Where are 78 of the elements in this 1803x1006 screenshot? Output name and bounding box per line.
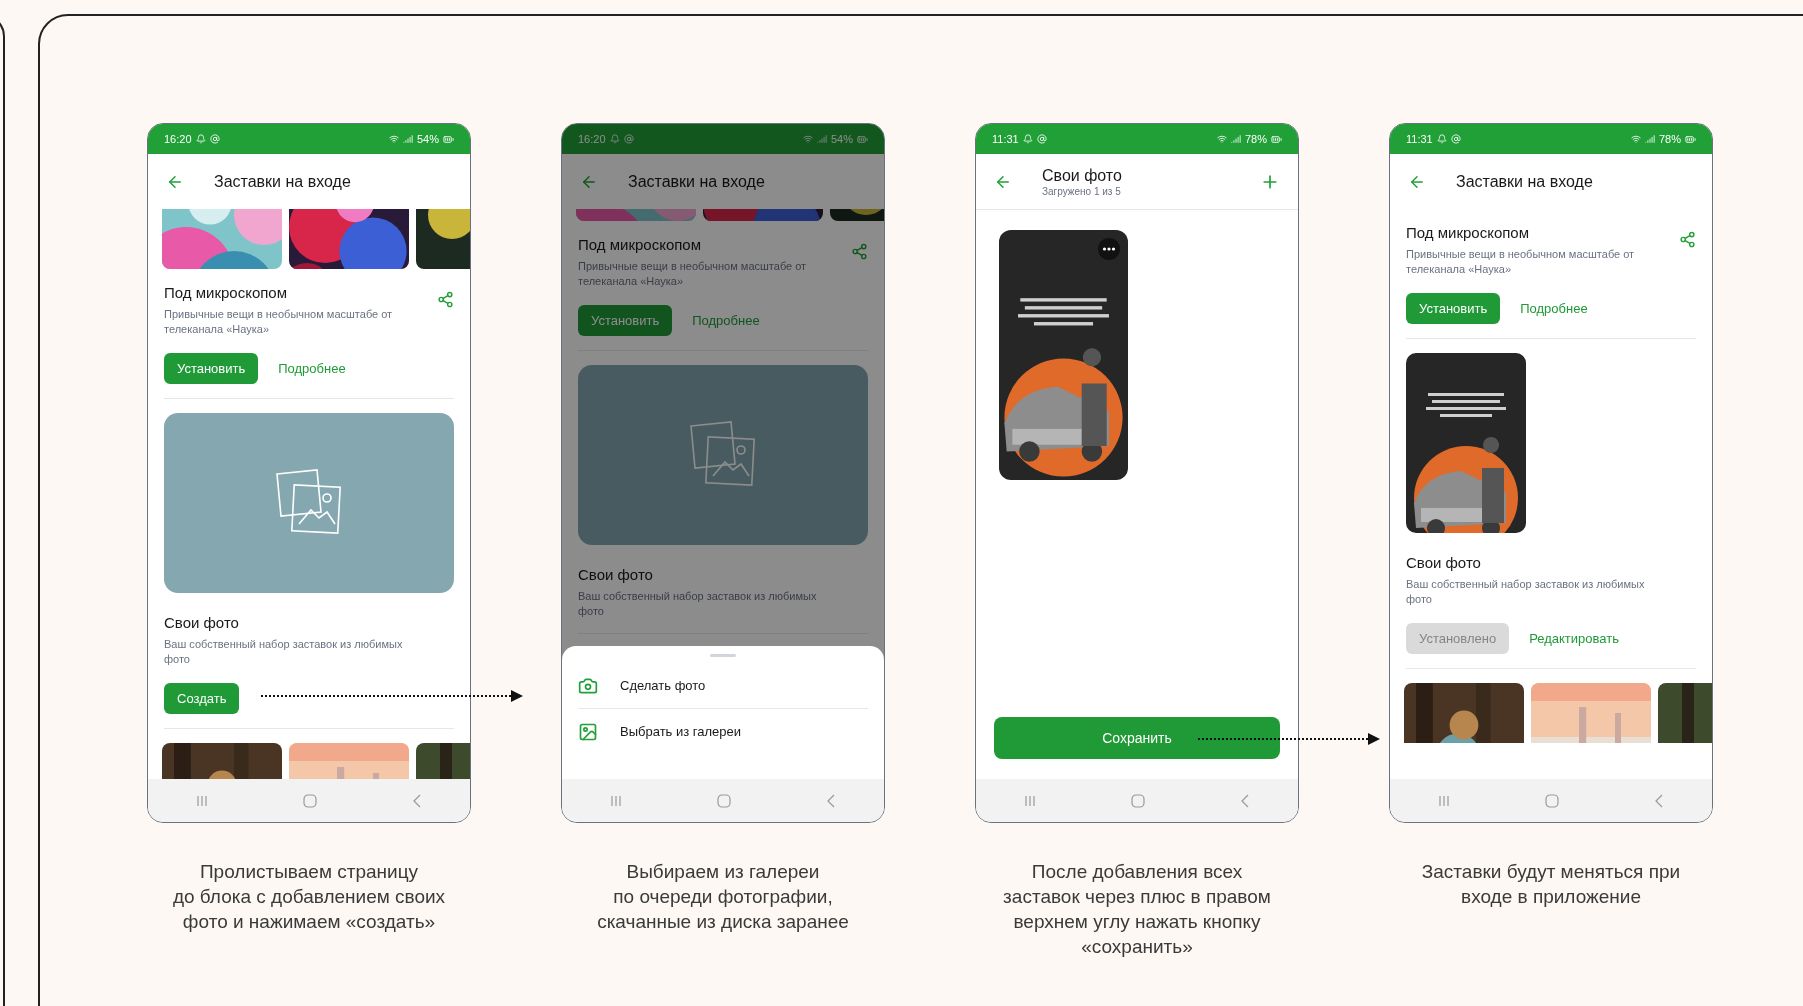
screen-title: Заставки на входе <box>628 171 766 192</box>
notification-icon <box>195 134 206 144</box>
photo-placeholder[interactable] <box>164 413 454 593</box>
home-icon[interactable] <box>1131 793 1145 808</box>
recents-icon[interactable] <box>1437 794 1450 807</box>
recents-icon[interactable] <box>609 794 622 807</box>
link-button[interactable]: Подробнее <box>692 305 760 336</box>
back-icon[interactable] <box>412 793 423 808</box>
signal-icon <box>816 134 827 144</box>
set-description: Привычные вещи в необычном масштабе от телеканала «Наука» <box>164 307 394 337</box>
battery-level: 54% <box>830 131 853 147</box>
more-icon[interactable] <box>1098 238 1120 260</box>
at-icon <box>1450 134 1461 144</box>
share-icon[interactable] <box>851 243 868 260</box>
home-icon[interactable] <box>1545 793 1559 808</box>
set-description: Ваш собственный набор заставок из любимых фото <box>1406 577 1646 607</box>
share-icon[interactable] <box>437 291 454 308</box>
action-button[interactable]: Установить <box>578 305 673 336</box>
status-time: 16:20 <box>578 131 606 147</box>
signal-icon <box>1644 134 1655 144</box>
notification-icon <box>1436 134 1447 144</box>
recents-icon[interactable] <box>195 794 208 807</box>
back-icon[interactable] <box>826 793 837 808</box>
notification-icon <box>609 134 620 144</box>
at-icon <box>623 134 634 144</box>
action-button[interactable]: Создать <box>164 683 240 714</box>
screen-title: Заставки на входе <box>214 171 352 192</box>
signal-icon <box>1230 134 1241 144</box>
status-time: 11:31 <box>1406 131 1433 147</box>
back-icon[interactable] <box>1240 793 1251 808</box>
link-button[interactable]: Редактировать <box>1529 623 1619 654</box>
step-caption: После добавления всех заставок через плюс в правом верхнем углу нажать кнопку «сохранить» <box>1002 860 1272 959</box>
battery-icon <box>1685 133 1696 145</box>
notification-icon <box>1022 134 1033 144</box>
signal-icon <box>402 134 413 144</box>
battery-level: 78% <box>1244 131 1267 147</box>
at-icon <box>1036 134 1047 144</box>
link-button[interactable]: Подробнее <box>278 353 346 384</box>
set-description: Привычные вещи в необычном масштабе от телеканала «Наука» <box>1406 247 1636 277</box>
link-button[interactable]: Подробнее <box>1520 293 1588 324</box>
step-caption: Пролистываем страницу до блока с добавлением своих фото и нажимаем «создать» <box>171 860 447 934</box>
wifi-icon <box>388 134 399 144</box>
set-description: Ваш собственный набор заставок из любимых фото <box>578 589 818 619</box>
image-icon <box>578 722 598 742</box>
sheet-item[interactable]: Сделать фото <box>578 663 868 709</box>
back-icon[interactable] <box>1654 793 1665 808</box>
share-icon[interactable] <box>1679 231 1696 248</box>
set-title: Под микроскопом <box>164 283 288 303</box>
set-title: Под микроскопом <box>1406 223 1530 243</box>
wifi-icon <box>802 134 813 144</box>
save-button[interactable]: Сохранить <box>994 717 1280 759</box>
screen-subtitle: Загружено 1 из 5 <box>1042 185 1122 198</box>
set-title: Свои фото <box>578 565 654 585</box>
wifi-icon <box>1216 134 1227 144</box>
at-icon <box>209 134 220 144</box>
screen-title: Заставки на входе <box>1456 171 1594 192</box>
recents-icon[interactable] <box>1023 794 1036 807</box>
battery-level: 54% <box>416 131 439 147</box>
set-title: Свои фото <box>1406 553 1482 573</box>
step-caption: Заставки будут меняться при входе в приложение <box>1420 860 1682 909</box>
set-description: Привычные вещи в необычном масштабе от телеканала «Наука» <box>578 259 808 289</box>
status-time: 11:31 <box>992 131 1019 147</box>
home-icon[interactable] <box>717 793 731 808</box>
home-icon[interactable] <box>303 793 317 808</box>
set-title: Под микроскопом <box>578 235 702 255</box>
battery-icon <box>857 133 868 145</box>
set-title: Свои фото <box>164 613 240 633</box>
battery-level: 78% <box>1658 131 1681 147</box>
action-button[interactable]: Установить <box>164 353 259 384</box>
sheet-item[interactable]: Выбрать из галереи <box>578 709 868 755</box>
battery-icon <box>443 133 454 145</box>
battery-icon <box>1271 133 1282 145</box>
set-description: Ваш собственный набор заставок из любимых фото <box>164 637 404 667</box>
wifi-icon <box>1630 134 1641 144</box>
step-caption: Выбираем из галереи по очереди фотографии, скачанные из диска заранее <box>596 860 850 934</box>
status-time: 16:20 <box>164 131 192 147</box>
screen-title: Свои фото <box>1042 165 1123 186</box>
action-button[interactable]: Установить <box>1406 293 1501 324</box>
